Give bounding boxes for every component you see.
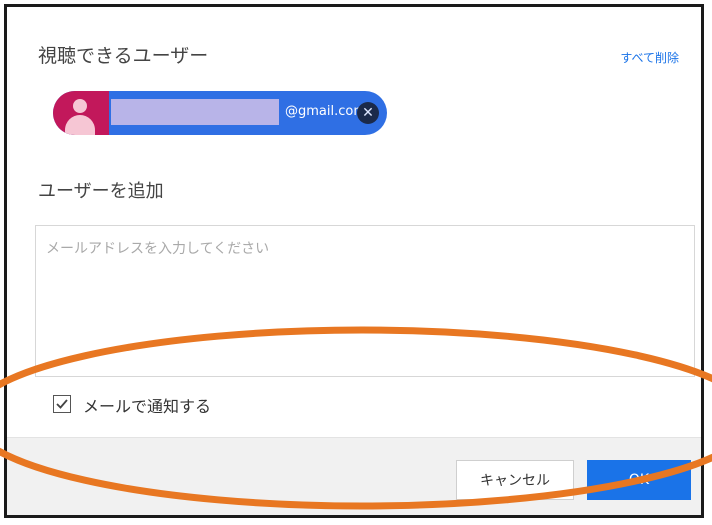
cancel-button[interactable]: キャンセル xyxy=(456,460,574,500)
dialog-footer: キャンセル OK xyxy=(7,437,701,515)
checkmark-icon xyxy=(56,399,68,409)
redacted-email-block xyxy=(111,99,279,125)
dialog-title: 視聴できるユーザー xyxy=(38,45,209,67)
user-chip: @gmail.com ✕ xyxy=(53,91,387,135)
person-icon xyxy=(53,91,109,135)
ok-button[interactable]: OK xyxy=(587,460,691,500)
remove-all-link[interactable]: すべて削除 xyxy=(620,49,679,66)
user-email-suffix: @gmail.com xyxy=(285,104,367,119)
add-user-label: ユーザーを追加 xyxy=(38,181,164,202)
email-input[interactable] xyxy=(35,225,695,377)
notify-checkbox[interactable] xyxy=(53,395,71,413)
notify-label: メールで通知する xyxy=(83,397,212,416)
close-icon[interactable]: ✕ xyxy=(357,102,379,124)
share-dialog: 視聴できるユーザー すべて削除 @gmail.com ✕ ユーザーを追加 メール… xyxy=(4,4,704,518)
